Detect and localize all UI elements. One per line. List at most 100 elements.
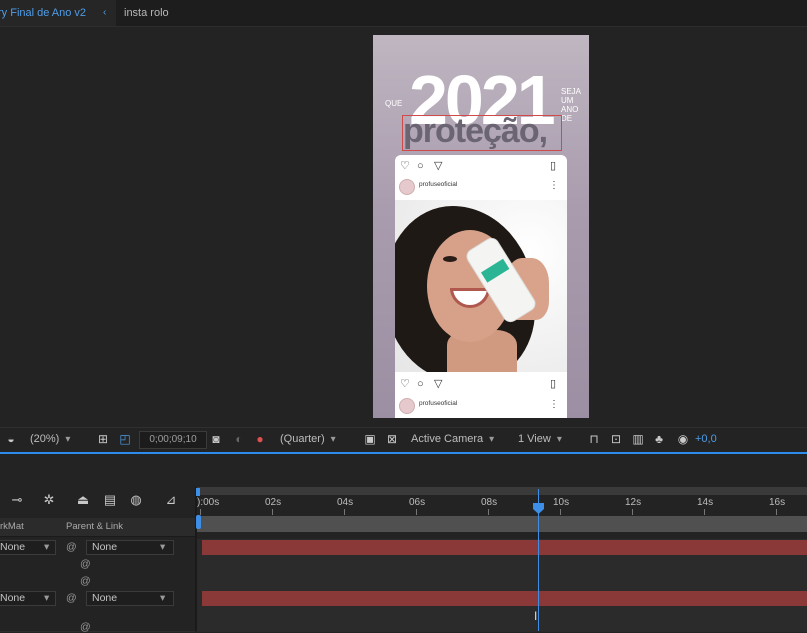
layer-row[interactable]: @	[0, 607, 195, 633]
motion-blur-icon[interactable]: ◍	[127, 491, 145, 509]
trkmat-value: None	[0, 541, 26, 553]
frame-blending-icon[interactable]: ▤	[101, 491, 119, 509]
instagram-post-card: ♡ ○ ▽ ▯ profuseoficial ⋮ ♡ ○ ▽ ▯ profuse…	[395, 155, 567, 418]
comp-marker-icon[interactable]: ⊸	[8, 491, 26, 509]
work-area-bar[interactable]	[197, 516, 807, 532]
flowchart-icon[interactable]: ♣	[652, 432, 666, 446]
reset-exposure-icon[interactable]: ◉	[676, 432, 690, 446]
tab-final-de-ano[interactable]: ry Final de Ano v2 ‹	[0, 0, 116, 26]
zoom-dropdown[interactable]: (20%)	[30, 428, 70, 451]
composition-canvas[interactable]: 2021 QUE SEJA UM ANO DE proteção, ♡ ○ ▽ …	[373, 35, 589, 418]
more-icon: ⋮	[549, 180, 559, 191]
camera-snapshot-icon[interactable]: ◙	[209, 432, 223, 446]
transparency-grid-icon[interactable]: ⊠	[385, 432, 399, 446]
camera-view-dropdown[interactable]: Active Camera	[411, 428, 494, 451]
layer-row[interactable]: None ▾ @ None ▾	[0, 590, 195, 608]
text-cursor-icon: I	[534, 609, 538, 623]
product-band	[480, 258, 510, 283]
view-layout-dropdown[interactable]: 1 View	[518, 428, 562, 451]
tab-label: ry Final de Ano v2	[0, 7, 87, 19]
parent-column-header[interactable]: Parent & Link	[66, 521, 123, 532]
send-icon: ▽	[434, 160, 443, 172]
parent-chevron-icon[interactable]: ▾	[160, 592, 165, 604]
heart-icon: ♡	[400, 378, 410, 390]
ruler-tick	[272, 509, 273, 515]
heart-icon: ♡	[400, 160, 410, 172]
time-ruler[interactable]	[197, 495, 807, 515]
ruler-label: 08s	[481, 497, 498, 508]
grid-icon[interactable]: ⊞	[96, 432, 110, 446]
ruler-label: 02s	[265, 497, 282, 508]
layer-duration-bar[interactable]	[202, 540, 807, 555]
que-text: QUE	[385, 99, 403, 108]
pick-whip-icon[interactable]: @	[80, 558, 91, 570]
parent-value: None	[92, 592, 118, 604]
layer-track[interactable]	[197, 573, 807, 591]
work-area-start-handle[interactable]	[196, 515, 201, 529]
avatar	[399, 398, 415, 414]
seja-line: DE	[561, 114, 573, 123]
layer-track[interactable]	[197, 607, 807, 632]
woman-holding-product-image	[395, 200, 567, 372]
3d-view-icon[interactable]: ⊡	[609, 432, 623, 446]
seja-line: UM	[561, 96, 574, 105]
ruler-tick	[488, 509, 489, 515]
current-time-display[interactable]: 0;00;09;10	[139, 431, 207, 449]
ruler-label: 14s	[697, 497, 714, 508]
ruler-label: 10s	[553, 497, 570, 508]
motion-blur-icon[interactable]: ▥	[631, 432, 645, 446]
ruler-tick	[776, 509, 777, 515]
pick-whip-icon[interactable]: @	[66, 592, 77, 604]
ig-username: profuseoficial	[419, 400, 458, 407]
seja-line: ANO	[561, 105, 579, 114]
bookmark-icon: ▯	[550, 378, 557, 390]
layer-track[interactable]	[197, 590, 807, 608]
ruler-tick	[632, 509, 633, 515]
panel-divider[interactable]	[195, 487, 197, 631]
layer-column-header: rkMat Parent & Link	[0, 518, 195, 537]
pick-whip-icon[interactable]: @	[80, 621, 91, 633]
region-of-interest-icon[interactable]: ◰	[118, 432, 132, 446]
ruler-label: 16s	[769, 497, 786, 508]
layer-row[interactable]: None ▾ @ None ▾	[0, 539, 195, 557]
channels-icon[interactable]: ●	[253, 432, 267, 446]
shy-layers-icon[interactable]: ⏏	[74, 491, 92, 509]
layer-selection-box[interactable]	[402, 115, 562, 151]
show-snapshot-icon[interactable]: ◐	[232, 432, 246, 446]
navigator-start-handle[interactable]	[196, 488, 200, 496]
seja-text-block: SEJA UM ANO DE	[561, 87, 583, 123]
comment-icon: ○	[417, 378, 424, 390]
layer-track[interactable]	[197, 539, 807, 557]
layer-duration-bar[interactable]	[202, 591, 807, 606]
graph-editor-icon[interactable]: ⊿	[162, 491, 180, 509]
layer-track[interactable]	[197, 556, 807, 574]
resolution-dropdown[interactable]: (Quarter)	[280, 428, 336, 451]
ig-user-row-top: profuseoficial ⋮	[399, 178, 567, 196]
parent-chevron-icon[interactable]: ▾	[160, 541, 165, 553]
viewer-toolbar: ◒ (20%) ⊞ ◰ 0;00;09;10 ◙ ◐ ● (Quarter) ▣…	[0, 427, 807, 451]
pick-whip-icon[interactable]: @	[80, 575, 91, 587]
trkmat-chevron-icon[interactable]: ▾	[44, 592, 49, 604]
fast-preview-icon[interactable]: ▣	[363, 432, 377, 446]
ig-user-row-bottom: profuseoficial ⋮	[399, 397, 567, 415]
time-navigator[interactable]	[197, 487, 807, 495]
timeline-switches: ⊸ ✲ ⏏ ▤ ◍ ⊿	[0, 487, 196, 517]
avatar	[399, 179, 415, 195]
mask-icon[interactable]: ◒	[4, 432, 18, 446]
ruler-tick	[200, 509, 201, 515]
ruler-label: 04s	[337, 497, 354, 508]
trkmat-chevron-icon[interactable]: ▾	[44, 541, 49, 553]
exposure-value[interactable]: +0,0	[695, 428, 717, 451]
draft-3d-icon[interactable]: ✲	[40, 491, 58, 509]
trkmat-value: None	[0, 592, 26, 604]
toggle-pixel-aspect-icon[interactable]: ⊓	[587, 432, 601, 446]
tab-chevron-icon[interactable]: ‹	[103, 0, 106, 26]
ruler-tick	[416, 509, 417, 515]
layer-row[interactable]: @	[0, 556, 195, 574]
ig-actions-top: ♡ ○ ▽ ▯	[395, 158, 567, 174]
eye-shape	[443, 256, 457, 262]
layer-row[interactable]: @	[0, 573, 195, 591]
trkmat-column-header[interactable]: rkMat	[0, 521, 24, 532]
tab-insta-rolo[interactable]: insta rolo	[124, 0, 169, 26]
pick-whip-icon[interactable]: @	[66, 541, 77, 553]
